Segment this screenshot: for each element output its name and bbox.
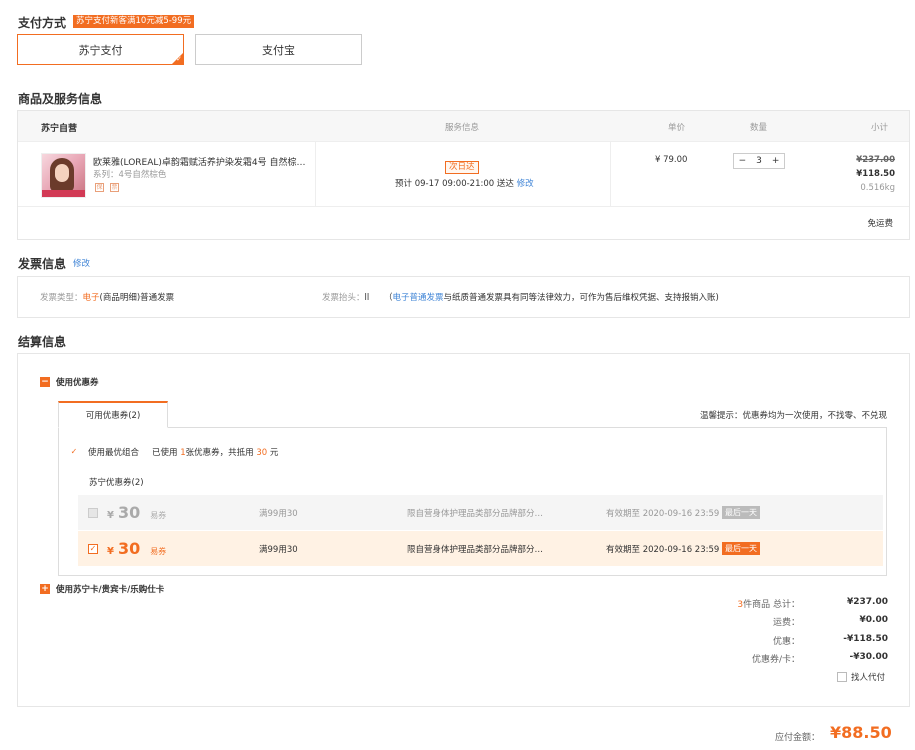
coupon-scope[interactable]: 限自营身体护理品类部分品牌部分… [407,543,543,555]
shipping-note: 免运费 [867,219,893,229]
selected-check-icon: ✓ [176,55,182,63]
card-toggle[interactable]: + 使用苏宁卡/贵宾卡/乐购仕卡 [40,583,164,595]
product-image[interactable] [41,153,86,198]
coupon-amount: 30 [117,503,141,522]
best-combo-amount: 30 [256,448,268,458]
best-combo-checkbox[interactable]: ✓ [69,447,79,457]
items-total-value: ¥237.00 [847,597,888,607]
delivery-time: 09-17 09:00-21:00 [414,179,495,189]
payment-promo-badge: 苏宁支付新客满10元减5-99元 [73,15,195,28]
header-price: 单价 [668,123,686,133]
coupon-checkbox[interactable]: ✓ [88,543,98,554]
header-service: 服务信息 [445,123,480,133]
proxy-pay-label: 找人代付 [851,673,886,683]
quantity-stepper: − 3 + [733,153,785,169]
pay-method-alipay-button[interactable]: 支付宝 [195,34,362,65]
original-subtotal: ¥237.00 [856,155,895,165]
invoice-header: 发票抬头：ll [322,293,370,303]
coupon-toggle-label: 使用优惠券 [56,378,99,388]
coupon-amount: 30 [117,539,141,558]
header-qty: 数量 [750,123,768,133]
e-invoice-link[interactable]: 电子普通发票 [393,293,444,303]
invoice-section-title: 发票信息 [18,257,67,271]
payable-label: 应付金额： [775,733,821,743]
invoice-type: 发票类型：电子(商品明细)普通发票 [40,293,175,303]
coupon-type: 易券 [150,547,167,556]
coupon-type: 易券 [150,511,167,520]
coupon-condition: 满99用30 [259,508,298,519]
pay-method-label: 苏宁支付 [78,43,123,57]
coupon-last-day-badge: 最后一天 [722,506,760,519]
product-name-link[interactable]: 欧莱雅(LOREAL)卓韵霜赋活养护染发霜4号 自然棕… [93,155,308,168]
coupon-row[interactable]: ¥ 30 易券 满99用30 限自营身体护理品类部分品牌部分… 有效期至 202… [78,495,883,530]
proxy-pay-option[interactable]: 找人代付 [837,671,885,683]
delivery-modify-link[interactable]: 修改 [517,179,534,189]
coupon-expiry: 有效期至 2020-09-16 23:59 [606,544,720,555]
expand-plus-icon: + [40,583,50,594]
coupon-card-label: 优惠券/卡： [751,655,800,665]
coupon-tip: 温馨提示：优惠券均为一次使用，不找零、不兑现 [699,411,887,421]
best-combo-label: 使用最优组合 [88,448,140,458]
product-weight: 0.516kg [860,183,895,193]
items-total-label: 3件商品 总计： [737,600,800,610]
qty-input[interactable]: 3 [751,156,768,166]
coupon-last-day-badge: 最后一天 [722,542,760,555]
invoice-note: （电子普通发票与纸质普通发票具有同等法律效力，可作为售后维权凭据、支持报销入账) [384,293,719,303]
discount-value: -¥118.50 [843,634,888,644]
shipping-label: 运费： [772,618,800,628]
invoice-header-value: ll [364,293,370,303]
payable-amount: ¥88.50 [830,723,892,742]
seller-name: 苏宁自营 [41,124,78,134]
discount-label: 优惠： [772,637,800,647]
tab-available-coupons[interactable]: 可用优惠券(2) [58,401,168,428]
coupon-row[interactable]: ✓ ¥ 30 易券 满99用30 限自营身体护理品类部分品牌部分… 有效期至 2… [78,531,883,566]
pay-method-suning-button[interactable]: 苏宁支付 ✓ [17,34,184,65]
coupon-condition: 满99用30 [259,544,298,555]
payment-section-title: 支付方式 [18,16,67,30]
invoice-guarantee-icon: 票 [110,183,119,192]
header-subtotal: 小计 [871,123,889,133]
qty-minus-button[interactable]: − [734,156,751,166]
card-toggle-label: 使用苏宁卡/贵宾卡/乐购仕卡 [56,585,165,595]
collapse-minus-icon: − [40,376,50,387]
service-guarantee-icon: 保 [95,183,104,192]
delivery-estimate: 预计 09-17 09:00-21:00 送达 修改 [395,179,534,189]
best-combo-row: ✓ 使用最优组合 已使用 1张优惠券，共抵用 30 元 [69,447,279,458]
coupon-checkbox[interactable] [88,507,98,518]
coupon-expiry: 有效期至 2020-09-16 23:59 [606,508,720,519]
next-day-delivery-tag: 次日达 [445,161,479,174]
shipping-value: ¥0.00 [859,615,888,625]
proxy-pay-checkbox[interactable] [837,672,847,682]
goods-section-title: 商品及服务信息 [18,92,103,106]
product-spec: 系列：4号自然棕色 [93,170,167,180]
qty-plus-button[interactable]: + [767,156,784,166]
invoice-modify-link[interactable]: 修改 [73,257,90,269]
coupon-toggle[interactable]: − 使用优惠券 [40,376,99,388]
discounted-subtotal: ¥118.50 [856,169,895,179]
pay-method-label: 支付宝 [262,43,295,57]
coupon-scope[interactable]: 限自营身体护理品类部分品牌部分… [407,507,543,519]
coupon-card-value: -¥30.00 [849,652,888,662]
settlement-section-title: 结算信息 [18,335,67,349]
unit-price: ¥ 79.00 [655,155,688,165]
coupon-group-label: 苏宁优惠券(2) [89,478,144,488]
